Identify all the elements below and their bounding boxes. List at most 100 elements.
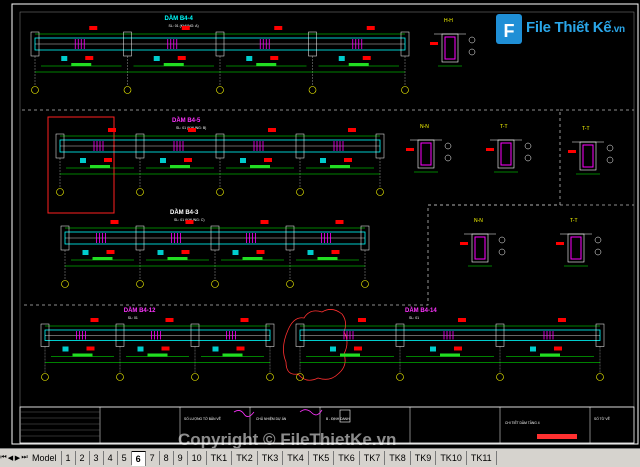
section-stirrup <box>582 144 594 168</box>
first-tab-icon[interactable]: ⏮ <box>0 450 7 467</box>
beam-subtitle-5: SL: 01 <box>409 316 419 320</box>
section-marker <box>212 346 219 352</box>
dim-text <box>440 353 460 357</box>
section-title-2: N-N <box>420 124 429 130</box>
rebar-label-red <box>331 250 340 254</box>
tab-tk9[interactable]: TK9 <box>410 451 437 465</box>
rebar-label-red <box>406 148 414 151</box>
tab-3[interactable]: 3 <box>89 451 104 465</box>
title-block-col2: CHỦ NHIỆM DỰ ÁN <box>256 416 287 421</box>
section-stirrup <box>474 236 486 260</box>
tab-tk11[interactable]: TK11 <box>466 451 497 465</box>
beam-title-5: DẦM B4-14 <box>405 307 437 314</box>
rebar-callout <box>524 154 532 162</box>
tab-8[interactable]: 8 <box>159 451 174 465</box>
rebar-label-red <box>106 250 115 254</box>
next-tab-icon[interactable]: ▶ <box>14 450 21 467</box>
rebar-label-red <box>240 318 249 322</box>
rebar-label-red <box>268 128 276 132</box>
tab-tk7[interactable]: TK7 <box>359 451 386 465</box>
cad-drawing[interactable]: DẦM B4-4SL: 01 (KHUNG: A)DẦM B4-5SL: 01 … <box>0 0 640 448</box>
tab-tk8[interactable]: TK8 <box>385 451 411 465</box>
prev-tab-icon[interactable]: ◀ <box>7 450 14 467</box>
tab-2[interactable]: 2 <box>75 451 90 465</box>
drawing-canvas[interactable]: DẦM B4-4SL: 01 (KHUNG: A)DẦM B4-5SL: 01 … <box>0 0 640 448</box>
rebar-label-red <box>354 346 362 351</box>
rebar-callout <box>468 36 476 44</box>
grid-axis-bubble <box>396 373 404 381</box>
dim-text <box>147 353 168 357</box>
rebar-label-red <box>161 346 170 351</box>
dim-text <box>167 257 188 260</box>
section-stirrup <box>570 236 582 260</box>
rebar-callout <box>444 154 452 162</box>
rebar-label-red <box>260 220 269 224</box>
last-tab-icon[interactable]: ⏭ <box>21 450 28 467</box>
grid-axis-bubble <box>216 86 224 94</box>
rebar-label-red <box>430 42 438 45</box>
tab-tk10[interactable]: TK10 <box>436 451 467 465</box>
title-block-col4: CHI TIẾT DẦM TẦNG 4 <box>505 420 540 425</box>
beam-title-2: DẦM B4-5 <box>172 117 201 124</box>
section-marker <box>240 158 246 163</box>
beam-subtitle-4: SL: 01 <box>128 316 138 320</box>
section-title-1: H-H <box>444 18 453 24</box>
dim-text <box>92 257 113 260</box>
rebar-label-red <box>188 128 196 132</box>
rebar-label-red <box>344 158 352 162</box>
rebar-label-red <box>274 26 283 30</box>
rebar-label-red <box>181 250 190 254</box>
grid-axis-bubble <box>216 188 224 196</box>
section-marker <box>246 56 253 61</box>
rebar-label-red <box>85 56 94 60</box>
section-marker <box>338 56 345 61</box>
rebar-label-red <box>486 148 494 151</box>
section-marker <box>232 250 239 255</box>
section-marker <box>137 346 144 352</box>
rebar-label-red <box>270 56 279 60</box>
tab-6[interactable]: 6 <box>131 450 146 466</box>
section-outline <box>471 233 489 263</box>
title-block-col5: SỐ TỜ VẼ <box>594 416 611 421</box>
rebar-callout <box>594 248 602 256</box>
tab-5[interactable]: 5 <box>117 451 132 465</box>
tab-9[interactable]: 9 <box>173 451 188 465</box>
tab-1[interactable]: 1 <box>61 451 76 465</box>
grid-axis-bubble <box>41 373 49 381</box>
section-stirrup <box>444 36 456 60</box>
rebar-label-red <box>236 346 245 351</box>
grid-axis-bubble <box>191 373 199 381</box>
tab-7[interactable]: 7 <box>145 451 160 465</box>
rebar-label-red <box>89 26 98 30</box>
section-outline <box>441 33 459 63</box>
rebar-label-red <box>184 158 192 162</box>
tab-4[interactable]: 4 <box>103 451 118 465</box>
tab-tk4[interactable]: TK4 <box>283 451 309 465</box>
dim-text <box>330 165 350 168</box>
rebar-label-red <box>358 318 366 322</box>
tab-tk3[interactable]: TK3 <box>257 451 284 465</box>
rebar-label-red <box>256 250 265 254</box>
tab-list: Model 1 2 3 4 5 6 7 8 9 10 TK1 TK2 TK3 TK4 TK5 TK6 TK7 TK8… <box>28 450 497 466</box>
layout-tab-bar[interactable]: ⏮ ◀ ▶ ⏭ Model 1 2 3 4 5 6 7 8 9 10 TK1 TK2 TK3 TK4 TK5 T… <box>0 448 640 467</box>
tab-tk5[interactable]: TK5 <box>308 451 335 465</box>
tab-tk2[interactable]: TK2 <box>232 451 258 465</box>
rebar-label-red <box>362 56 371 60</box>
section-outline <box>497 139 515 169</box>
rebar-callout <box>594 236 602 244</box>
tab-tk6[interactable]: TK6 <box>334 451 360 465</box>
grid-axis-bubble <box>376 188 384 196</box>
dim-text <box>71 63 92 66</box>
grid-axis-bubble <box>296 373 304 381</box>
tab-tk1[interactable]: TK1 <box>206 451 233 465</box>
tab-10[interactable]: 10 <box>187 451 207 465</box>
section-marker <box>430 346 436 352</box>
dim-text <box>317 257 338 260</box>
rebar-label-red <box>568 150 576 153</box>
tab-model[interactable]: Model <box>28 451 62 465</box>
rebar-callout <box>468 48 476 56</box>
rebar-label-red <box>104 158 112 162</box>
rebar-label-red <box>454 346 462 351</box>
grid-axis-bubble <box>308 86 317 94</box>
section-marker <box>61 56 68 61</box>
